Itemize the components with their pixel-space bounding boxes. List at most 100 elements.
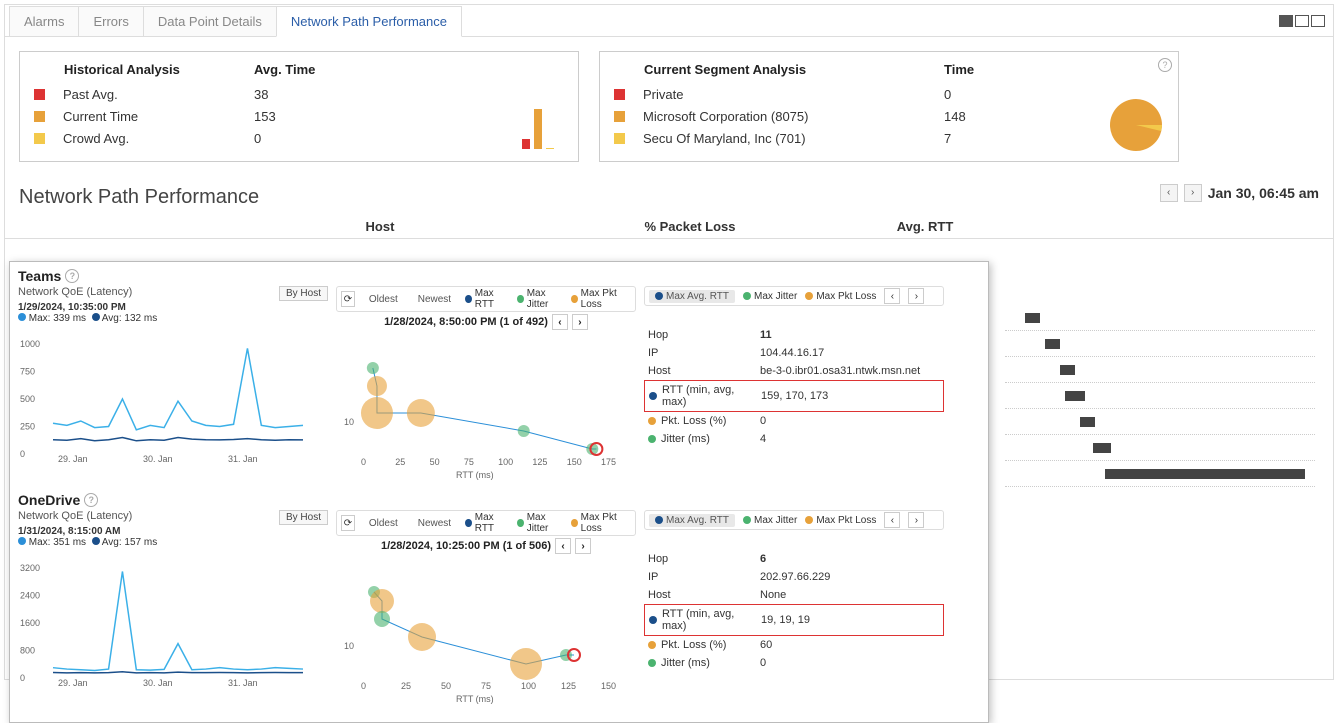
svg-text:0: 0 xyxy=(361,457,366,467)
minimize-icon[interactable] xyxy=(1279,15,1293,27)
by-host-button[interactable]: By Host xyxy=(279,286,328,301)
help-icon[interactable]: ? xyxy=(1158,58,1172,72)
historical-analysis-card: Historical AnalysisAvg. Time Past Avg.38… xyxy=(19,51,579,162)
max-jitter-button[interactable]: Max Jitter xyxy=(754,515,797,526)
col-pkt: % Packet Loss xyxy=(555,219,825,234)
scatter-next-button[interactable]: › xyxy=(575,538,591,554)
tab-network-path-performance[interactable]: Network Path Performance xyxy=(276,6,462,37)
help-icon[interactable]: ? xyxy=(84,493,98,507)
detail-hop: 11 xyxy=(760,329,940,341)
svg-text:50: 50 xyxy=(441,681,451,691)
scatter-next-button[interactable]: › xyxy=(572,314,588,330)
tab-errors[interactable]: Errors xyxy=(78,6,143,36)
refresh-icon[interactable]: ⟳ xyxy=(341,291,355,307)
section-title: Network Path Performance xyxy=(5,176,273,215)
tab-data-point-details[interactable]: Data Point Details xyxy=(143,6,277,36)
row-value: 148 xyxy=(944,109,966,124)
svg-text:125: 125 xyxy=(532,457,547,467)
group-title: Teams? xyxy=(18,268,980,284)
detail-ip: 202.97.66.229 xyxy=(760,571,940,583)
oldest-button[interactable]: Oldest xyxy=(363,293,404,306)
svg-text:100: 100 xyxy=(498,457,513,467)
scatter-header: 1/28/2024, 10:25:00 PM (1 of 506) ‹ › xyxy=(336,538,636,554)
svg-text:31. Jan: 31. Jan xyxy=(228,678,258,688)
detail-next-button[interactable]: › xyxy=(908,288,924,304)
svg-text:125: 125 xyxy=(561,681,576,691)
by-host-button[interactable]: By Host xyxy=(279,510,328,525)
row-value: 0 xyxy=(944,87,951,102)
latency-pane: Network QoE (Latency) By Host 1/29/2024,… xyxy=(18,286,328,466)
detail-hop: 6 xyxy=(760,553,940,565)
max-pkt-loss-button[interactable]: Max Pkt Loss xyxy=(816,291,876,302)
detail-pkt: 60 xyxy=(760,639,940,651)
seg-title: Current Segment Analysis xyxy=(614,62,944,77)
svg-text:29. Jan: 29. Jan xyxy=(58,454,88,464)
svg-text:500: 500 xyxy=(20,394,35,404)
tab-bar: Alarms Errors Data Point Details Network… xyxy=(5,5,1333,37)
newest-button[interactable]: Newest xyxy=(412,517,457,530)
row-value: 153 xyxy=(254,109,276,124)
scatter-header: 1/28/2024, 8:50:00 PM (1 of 492) ‹ › xyxy=(336,314,636,330)
col-rtt: Avg. RTT xyxy=(825,219,1025,234)
col-host: Host xyxy=(205,219,555,234)
row-label: Current Time xyxy=(63,109,138,124)
detail-host: None xyxy=(760,589,940,601)
svg-text:100: 100 xyxy=(521,681,536,691)
legend-swatch xyxy=(614,111,625,122)
window-controls xyxy=(1279,15,1325,27)
legend-swatch xyxy=(614,89,625,100)
svg-text:750: 750 xyxy=(20,367,35,377)
help-icon[interactable]: ? xyxy=(65,269,79,283)
svg-text:175: 175 xyxy=(601,457,616,467)
group-title: OneDrive? xyxy=(18,492,980,508)
row-value: 0 xyxy=(254,131,261,146)
hist-mini-bar-chart xyxy=(522,101,562,151)
svg-text:800: 800 xyxy=(20,646,35,656)
detail-jitter: 0 xyxy=(760,657,940,669)
svg-text:25: 25 xyxy=(401,681,411,691)
scatter-prev-button[interactable]: ‹ xyxy=(555,538,571,554)
chart-timestamp: 1/31/2024, 8:15:00 AM xyxy=(18,526,328,537)
column-headers: Host % Packet Loss Avg. RTT xyxy=(5,215,1333,239)
svg-text:50: 50 xyxy=(430,457,440,467)
hist-col2: Avg. Time xyxy=(254,62,315,77)
row-label: Crowd Avg. xyxy=(63,131,129,146)
max-jitter-button[interactable]: Max Jitter xyxy=(754,291,797,302)
detail-rtt: 159, 170, 173 xyxy=(761,390,939,402)
latency-pane: Network QoE (Latency) By Host 1/31/2024,… xyxy=(18,510,328,690)
scatter-prev-button[interactable]: ‹ xyxy=(552,314,568,330)
detail-pkt: 0 xyxy=(760,415,940,427)
svg-text:0: 0 xyxy=(20,673,25,683)
svg-text:75: 75 xyxy=(464,457,474,467)
latency-line-chart: 080016002400320029. Jan30. Jan31. Jan xyxy=(18,548,318,688)
scatter-pane: ⟳ Oldest Newest Max RTT Max Jitter Max P… xyxy=(336,510,636,700)
refresh-icon[interactable]: ⟳ xyxy=(341,515,355,531)
restore-icon[interactable] xyxy=(1295,15,1309,27)
row-label: Microsoft Corporation (8075) xyxy=(643,109,808,124)
svg-text:75: 75 xyxy=(481,681,491,691)
newest-button[interactable]: Newest xyxy=(412,293,457,306)
detail-next-button[interactable]: › xyxy=(908,512,924,528)
svg-text:250: 250 xyxy=(20,422,35,432)
svg-text:150: 150 xyxy=(601,681,616,691)
svg-text:RTT (ms): RTT (ms) xyxy=(456,470,494,480)
detail-prev-button[interactable]: ‹ xyxy=(884,288,900,304)
chart-timestamp: 1/29/2024, 10:35:00 PM xyxy=(18,302,328,313)
max-pkt-loss-button[interactable]: Max Pkt Loss xyxy=(816,515,876,526)
row-label: Past Avg. xyxy=(63,87,118,102)
svg-text:10: 10 xyxy=(344,417,354,427)
time-next-button[interactable]: › xyxy=(1184,184,1202,202)
max-avg-rtt-button[interactable]: Max Avg. RTT xyxy=(666,515,729,526)
oldest-button[interactable]: Oldest xyxy=(363,517,404,530)
svg-text:31. Jan: 31. Jan xyxy=(228,454,258,464)
maximize-icon[interactable] xyxy=(1311,15,1325,27)
tab-alarms[interactable]: Alarms xyxy=(9,6,79,36)
svg-text:1600: 1600 xyxy=(20,618,40,628)
svg-text:150: 150 xyxy=(567,457,582,467)
time-prev-button[interactable]: ‹ xyxy=(1160,184,1178,202)
avg-rtt-gantt xyxy=(1005,305,1315,487)
max-avg-rtt-button[interactable]: Max Avg. RTT xyxy=(666,291,729,302)
svg-text:0: 0 xyxy=(361,681,366,691)
detail-prev-button[interactable]: ‹ xyxy=(884,512,900,528)
detail-overlay: Teams? Network QoE (Latency) By Host 1/2… xyxy=(9,261,989,723)
